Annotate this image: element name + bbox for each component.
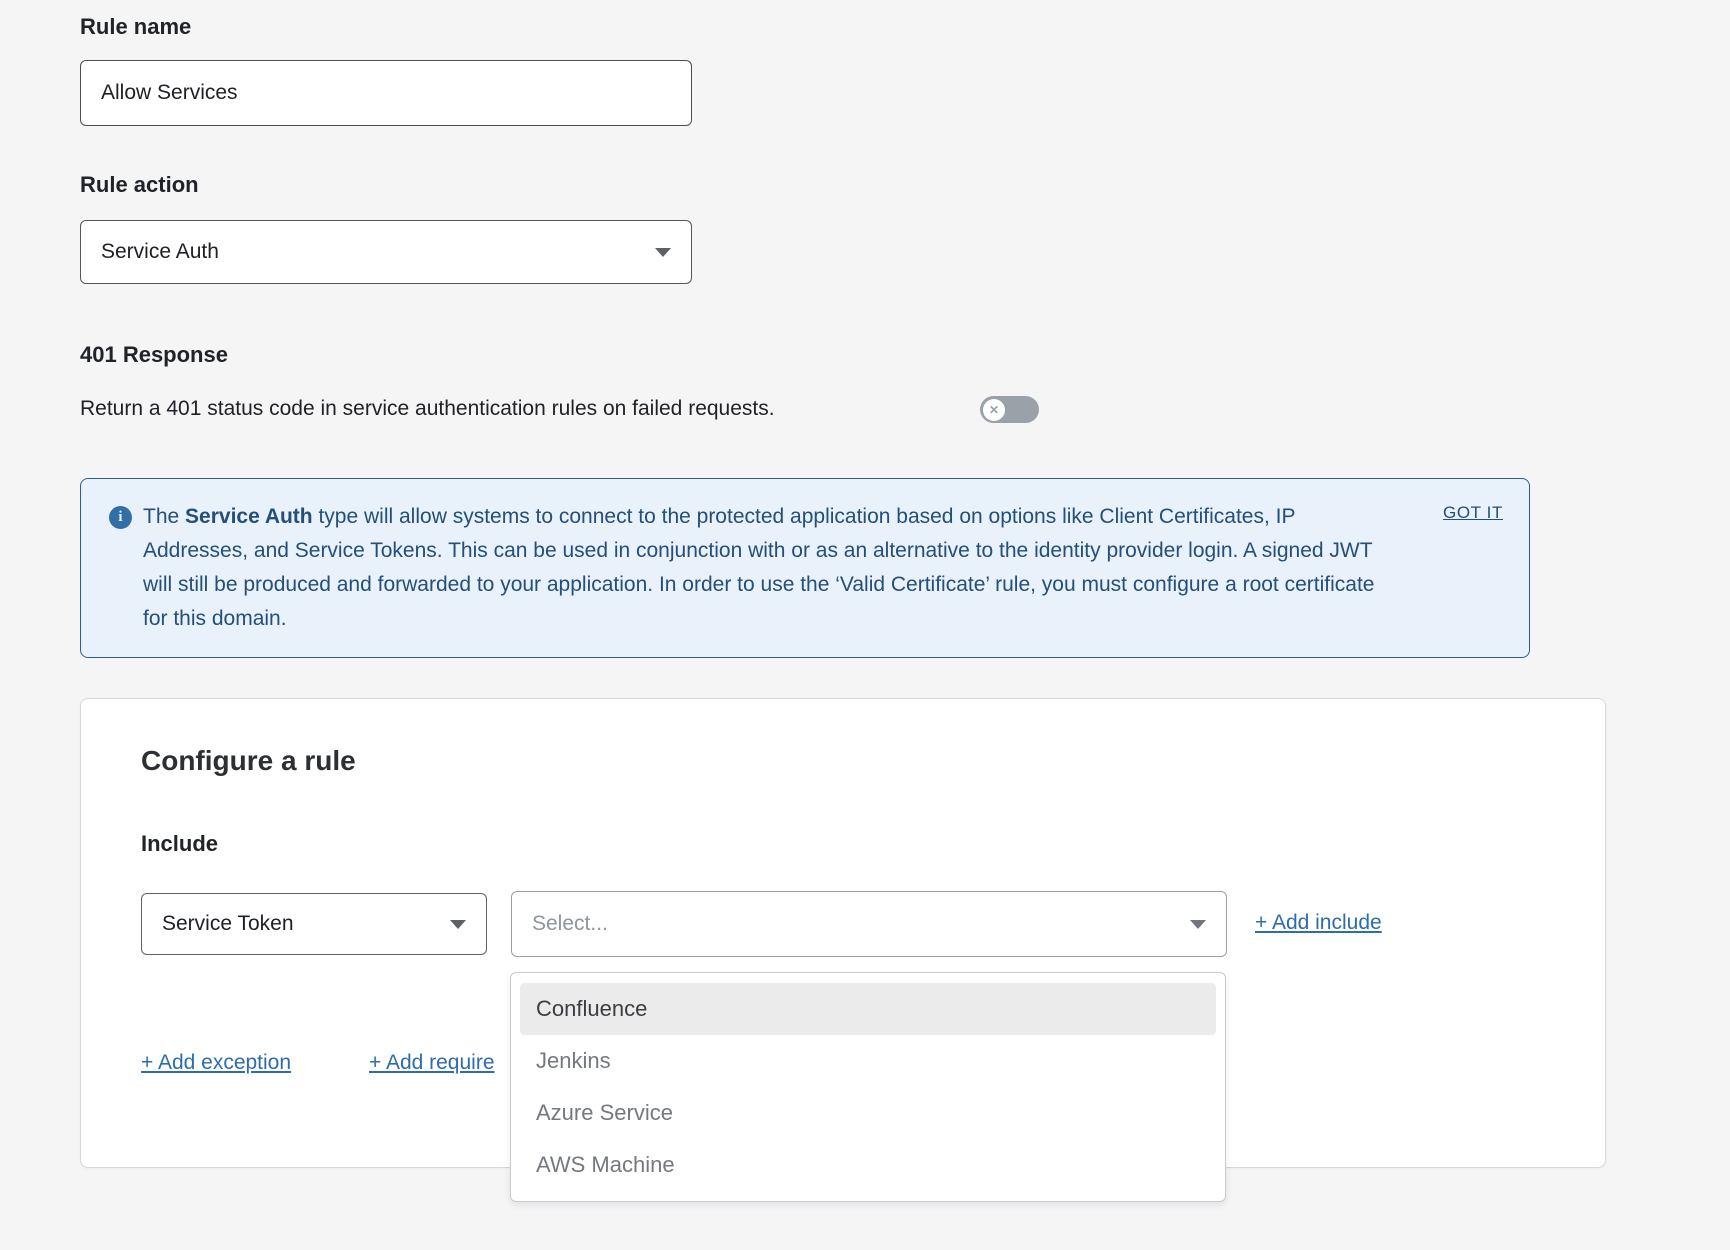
response-401-toggle[interactable]: ✕ bbox=[980, 396, 1039, 423]
include-label: Include bbox=[141, 831, 218, 857]
include-value-placeholder: Select... bbox=[532, 912, 608, 936]
add-exception-link[interactable]: + Add exception bbox=[141, 1051, 291, 1075]
include-type-select[interactable]: Service Token bbox=[141, 893, 487, 955]
banner-text-prefix: The bbox=[143, 505, 185, 528]
rule-name-input[interactable] bbox=[80, 60, 692, 126]
response-401-heading: 401 Response bbox=[80, 342, 228, 368]
rule-action-selected-value: Service Auth bbox=[101, 240, 219, 264]
info-icon: i bbox=[109, 506, 132, 529]
x-icon: ✕ bbox=[989, 404, 999, 416]
menu-option-azure-service[interactable]: Azure Service bbox=[520, 1087, 1216, 1139]
info-banner-text: The Service Auth type will allow systems… bbox=[143, 500, 1378, 636]
banner-text-suffix: type will allow systems to connect to th… bbox=[143, 505, 1374, 630]
toggle-knob: ✕ bbox=[983, 399, 1005, 421]
include-options-menu: Confluence Jenkins Azure Service AWS Mac… bbox=[510, 972, 1226, 1202]
chevron-down-icon bbox=[450, 920, 466, 929]
include-type-selected-value: Service Token bbox=[162, 912, 294, 936]
info-banner: i The Service Auth type will allow syste… bbox=[80, 478, 1530, 658]
rule-action-label: Rule action bbox=[80, 172, 199, 198]
menu-option-jenkins[interactable]: Jenkins bbox=[520, 1035, 1216, 1087]
menu-option-aws-machine[interactable]: AWS Machine bbox=[520, 1139, 1216, 1191]
rule-name-label: Rule name bbox=[80, 14, 191, 40]
include-value-select[interactable]: Select... bbox=[511, 891, 1227, 957]
configure-rule-title: Configure a rule bbox=[141, 745, 356, 777]
chevron-down-icon bbox=[655, 248, 671, 257]
rule-action-select[interactable]: Service Auth bbox=[80, 220, 692, 284]
add-include-link[interactable]: + Add include bbox=[1255, 911, 1382, 935]
access-rule-form-page: Rule name Rule action Service Auth 401 R… bbox=[0, 0, 1730, 1250]
chevron-down-icon bbox=[1190, 920, 1206, 929]
menu-option-confluence[interactable]: Confluence bbox=[520, 983, 1216, 1035]
got-it-link[interactable]: GOT IT bbox=[1443, 503, 1503, 523]
add-require-link[interactable]: + Add require bbox=[369, 1051, 495, 1075]
banner-text-bold: Service Auth bbox=[185, 505, 313, 528]
response-401-description: Return a 401 status code in service auth… bbox=[80, 397, 775, 421]
